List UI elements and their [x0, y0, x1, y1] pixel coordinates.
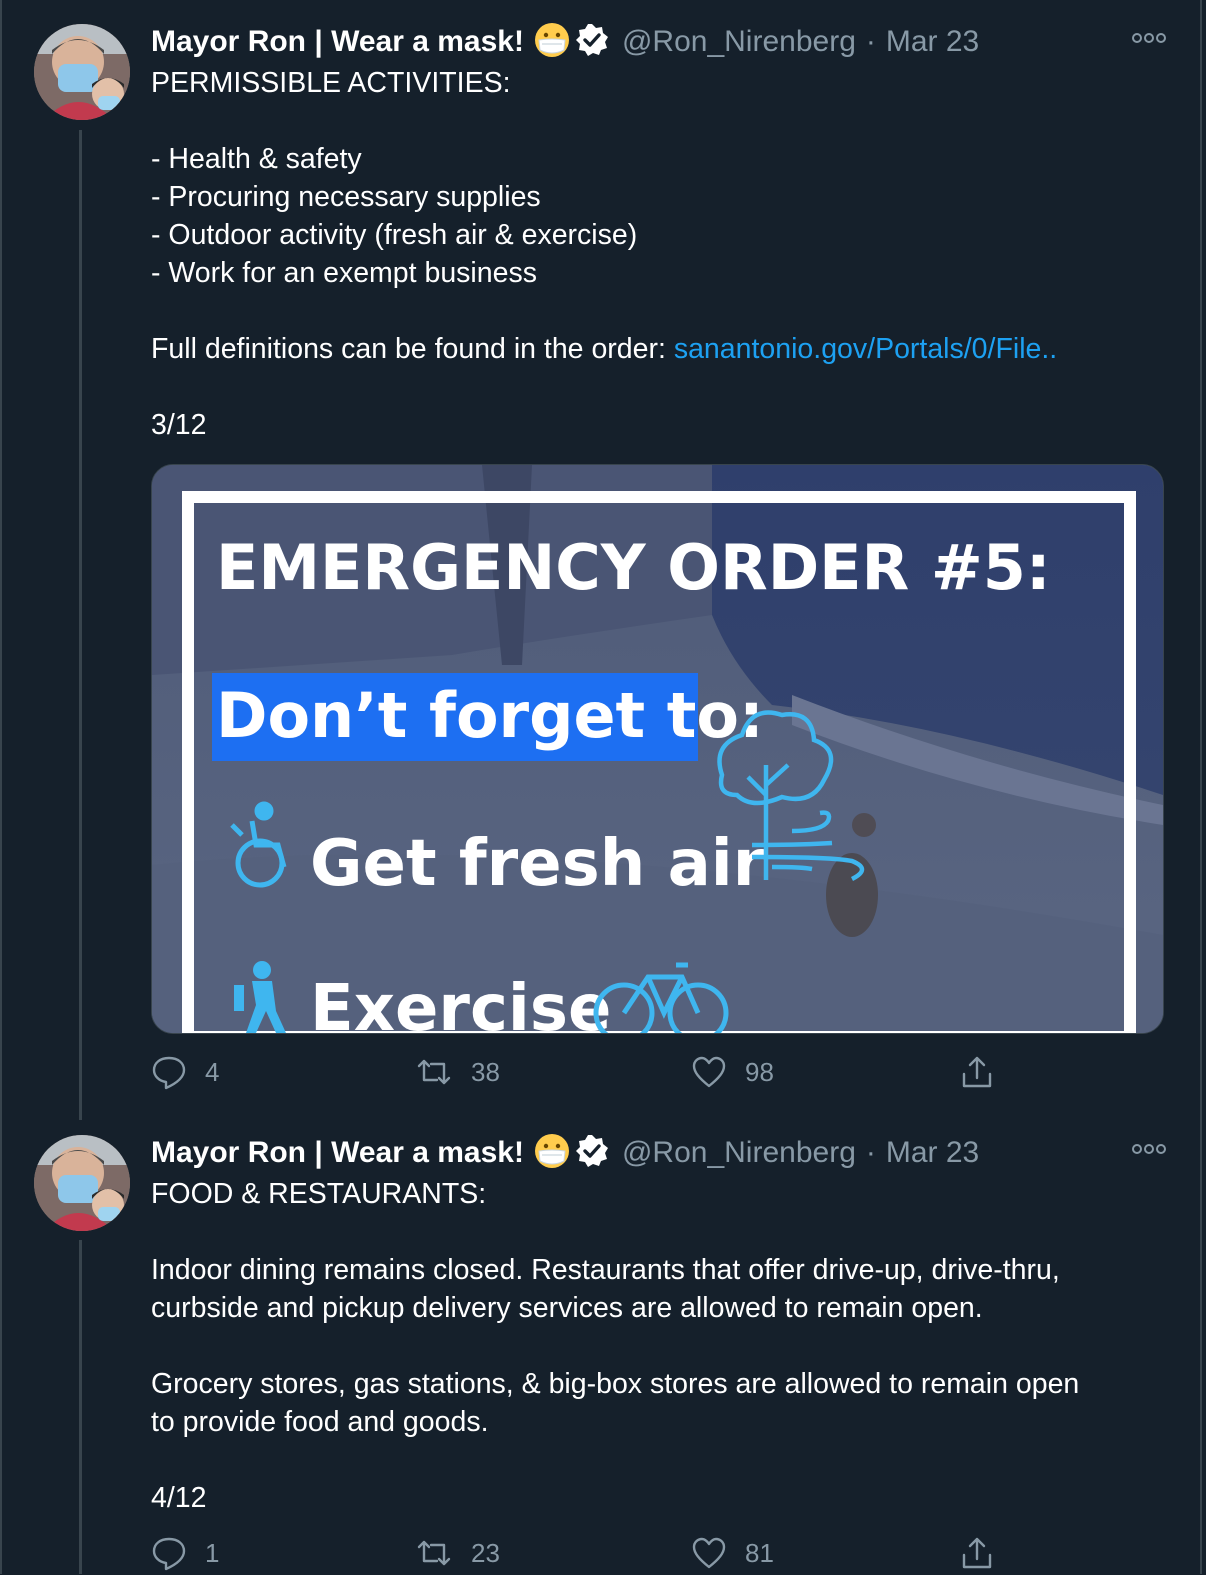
emergency-order-graphic: EMERGENCY ORDER #5: Don’t forget to: Get…: [152, 465, 1163, 1033]
verified-badge-icon: [574, 1133, 610, 1174]
separator: ·: [865, 25, 876, 58]
display-name[interactable]: Mayor Ron | Wear a mask!: [151, 25, 524, 59]
handle[interactable]: @Ron_Nirenberg: [622, 25, 856, 59]
tweet-text-line: curbside and pickup delivery services ar…: [151, 1292, 983, 1324]
retweet-icon: [417, 1540, 451, 1566]
more-options-icon[interactable]: [1132, 30, 1166, 51]
tweet-text-line: - Work for an exempt business: [151, 257, 537, 289]
media-subheading: Don’t forget to:: [216, 679, 764, 752]
more-options-icon[interactable]: [1132, 1141, 1166, 1162]
thread-counter: 3/12: [151, 409, 207, 441]
media-heading: EMERGENCY ORDER #5:: [216, 531, 1051, 604]
mask-emoji-icon: [534, 1133, 570, 1174]
share-icon: [962, 1056, 992, 1088]
tweet[interactable]: Mayor Ron | Wear a mask! @Ron_Nirenberg …: [0, 0, 1206, 1110]
tweet-text-line: Grocery stores, gas stations, & big-box …: [151, 1368, 1080, 1400]
reply-count: 4: [205, 1056, 220, 1087]
media-item-exercise: Exercise: [310, 972, 611, 1033]
retweet-icon: [417, 1059, 451, 1085]
reply-icon: [152, 1537, 186, 1571]
share-button[interactable]: [959, 1054, 1013, 1090]
display-name[interactable]: Mayor Ron | Wear a mask!: [151, 1136, 524, 1170]
media-item-fresh-air: Get fresh air: [310, 827, 765, 901]
tweet-text: Full definitions can be found in the ord…: [151, 333, 674, 365]
like-button[interactable]: 81: [691, 1535, 774, 1571]
tweet-text-line: PERMISSIBLE ACTIVITIES:: [151, 67, 511, 99]
like-icon: [692, 1537, 726, 1569]
like-count: 81: [745, 1537, 774, 1568]
tweet-text-line: Indoor dining remains closed. Restaurant…: [151, 1254, 1060, 1286]
tweet-text-line: to provide food and goods.: [151, 1406, 489, 1438]
share-button[interactable]: [959, 1535, 1013, 1571]
retweet-button[interactable]: 23: [415, 1535, 500, 1571]
tweet[interactable]: Mayor Ron | Wear a mask! @Ron_Nirenberg …: [0, 1112, 1206, 1574]
like-button[interactable]: 98: [691, 1054, 774, 1090]
tweet-date[interactable]: Mar 23: [886, 1136, 979, 1170]
reply-button[interactable]: 1: [151, 1535, 219, 1571]
tweet-header: Mayor Ron | Wear a mask! @Ron_Nirenberg …: [151, 1133, 979, 1173]
retweet-count: 23: [471, 1537, 500, 1568]
tweet-actions: 1 23 81: [151, 1535, 1011, 1575]
tweet-text-line: - Health & safety: [151, 143, 362, 175]
handle[interactable]: @Ron_Nirenberg: [622, 1136, 856, 1170]
tweet-text-line: FOOD & RESTAURANTS:: [151, 1178, 487, 1210]
mask-emoji-icon: [534, 22, 570, 63]
separator: ·: [865, 1136, 876, 1169]
like-icon: [692, 1056, 726, 1088]
retweet-button[interactable]: 38: [415, 1054, 500, 1090]
verified-badge-icon: [574, 22, 610, 63]
tweet-text-line: - Outdoor activity (fresh air & exercise…: [151, 219, 638, 251]
reply-button[interactable]: 4: [151, 1054, 219, 1090]
tweet-image[interactable]: EMERGENCY ORDER #5: Don’t forget to: Get…: [151, 464, 1164, 1034]
thread-counter: 4/12: [151, 1482, 207, 1514]
order-link[interactable]: sanantonio.gov/Portals/0/File..: [674, 333, 1057, 365]
tweet-actions: 4 38 98: [151, 1054, 1011, 1094]
tweet-date[interactable]: Mar 23: [886, 25, 979, 59]
avatar[interactable]: [34, 1135, 130, 1231]
tweet-text-line: Full definitions can be found in the ord…: [151, 330, 1057, 368]
avatar[interactable]: [34, 24, 130, 120]
like-count: 98: [745, 1056, 774, 1087]
reply-icon: [152, 1056, 186, 1090]
reply-count: 1: [205, 1537, 220, 1568]
retweet-count: 38: [471, 1056, 500, 1087]
share-icon: [962, 1537, 992, 1569]
tweet-text-line: - Procuring necessary supplies: [151, 181, 541, 213]
tweet-header: Mayor Ron | Wear a mask! @Ron_Nirenberg …: [151, 22, 979, 62]
